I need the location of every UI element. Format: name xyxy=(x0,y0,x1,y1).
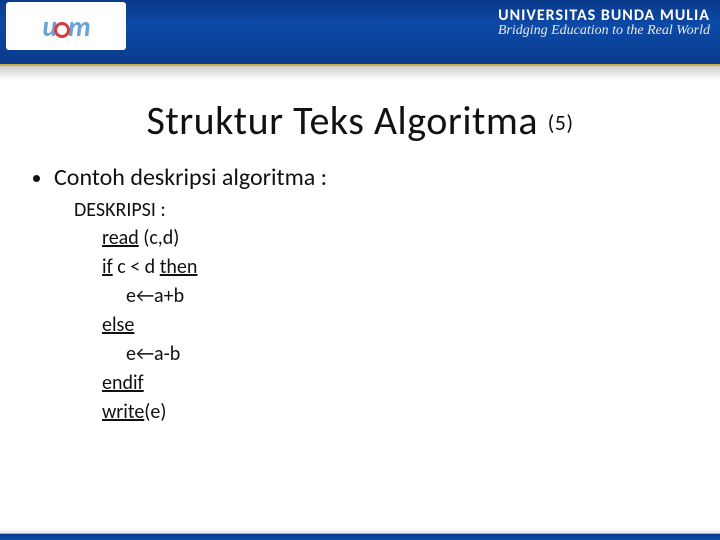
code-line: e←a+b xyxy=(102,282,690,311)
university-tagline: Bridging Education to the Real World xyxy=(498,23,710,39)
slide-content: Struktur Teks Algoritma (5) Contoh deskr… xyxy=(0,80,720,427)
slide-footer-bar xyxy=(0,528,720,540)
code-text: (c,d) xyxy=(139,226,180,250)
bullet-list: Contoh deskripsi algoritma : xyxy=(30,163,690,192)
code-line: if c < d then xyxy=(102,253,690,282)
deskripsi-label: DESKRIPSI : xyxy=(74,198,690,222)
logo-letter-b-ring xyxy=(54,22,70,38)
code-keyword: read xyxy=(102,226,139,250)
logo: um xyxy=(6,2,126,50)
logo-text: um xyxy=(42,9,89,44)
title-text: Struktur Teks Algoritma xyxy=(146,96,538,145)
pseudocode-block: read (c,d) if c < d then e←a+b else e←a-… xyxy=(102,224,690,427)
code-keyword: if xyxy=(102,255,113,279)
code-line: else xyxy=(102,311,690,340)
university-block: UNIVERSITAS BUNDA MULIA Bridging Educati… xyxy=(498,6,710,39)
code-keyword: then xyxy=(160,255,198,279)
code-line: endif xyxy=(102,369,690,398)
code-text: c < d xyxy=(113,255,160,279)
slide-title: Struktur Teks Algoritma (5) xyxy=(30,96,690,145)
code-keyword: write xyxy=(102,400,144,424)
code-line: write(e) xyxy=(102,398,690,427)
title-number: (5) xyxy=(548,109,574,136)
bullet-item: Contoh deskripsi algoritma : xyxy=(54,163,690,192)
code-keyword: endif xyxy=(102,371,144,395)
code-line: read (c,d) xyxy=(102,224,690,253)
header-shadow xyxy=(0,66,720,80)
code-line: e←a-b xyxy=(102,340,690,369)
slide-header: um UNIVERSITAS BUNDA MULIA Bridging Educ… xyxy=(0,0,720,66)
code-text: (e) xyxy=(144,400,166,424)
logo-letter: m xyxy=(68,9,90,44)
code-keyword: else xyxy=(102,313,134,337)
